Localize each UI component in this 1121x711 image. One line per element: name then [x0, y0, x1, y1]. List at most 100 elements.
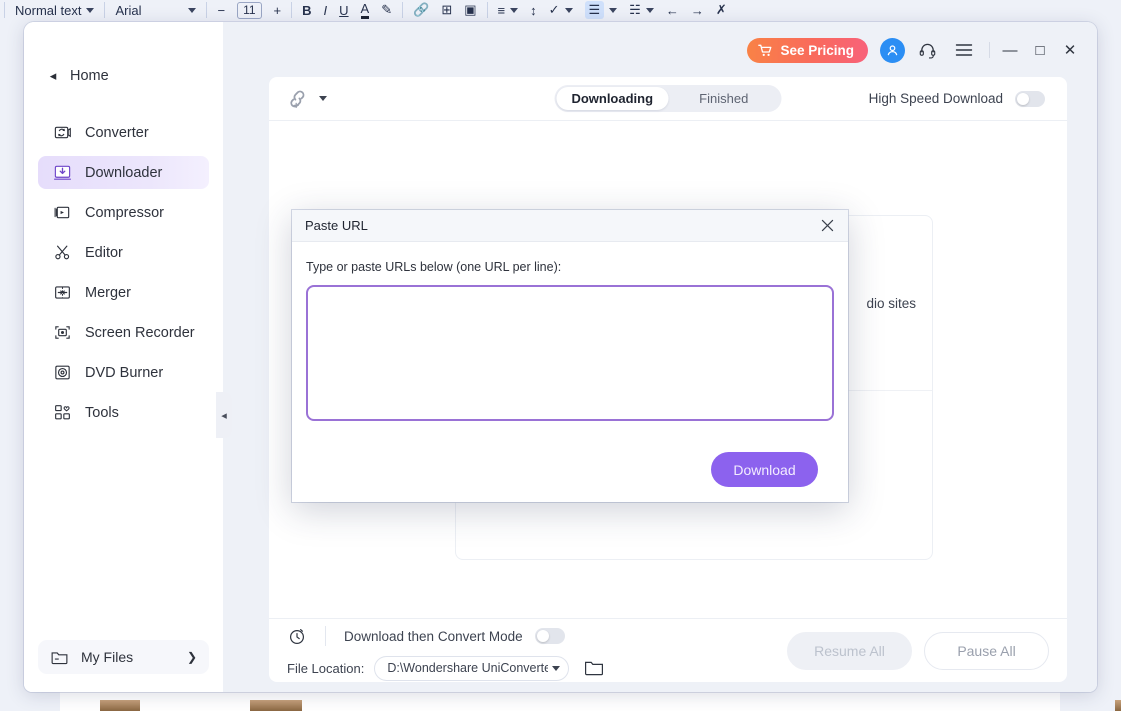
underline-button[interactable]: U: [333, 0, 354, 20]
sidebar-item-converter[interactable]: Converter: [38, 116, 209, 149]
sidebar-nav: Converter Downloader Compressor Editor M…: [24, 116, 223, 429]
downloader-toolbar: Downloading Finished High Speed Download: [269, 77, 1067, 121]
link-plus-icon: [290, 90, 305, 108]
tab-downloading[interactable]: Downloading: [556, 87, 668, 110]
account-button[interactable]: [880, 37, 905, 63]
toolbar-divider: [402, 2, 404, 18]
sidebar-item-screen-recorder[interactable]: Screen Recorder: [38, 316, 209, 349]
add-comment-button[interactable]: ⊞: [435, 0, 458, 20]
folder-icon: [51, 651, 68, 664]
toolbar-divider: [104, 2, 106, 18]
chevron-down-icon: [86, 7, 95, 13]
chevron-down-icon: [188, 7, 197, 13]
timer-icon: [289, 629, 305, 645]
hamburger-icon: [955, 44, 973, 56]
editor-toolbar[interactable]: Normal text Arial − 11 + B I U A ✎ 🔗 ⊞ ▣…: [0, 0, 1121, 20]
background-photo: [1115, 700, 1121, 711]
bold-button[interactable]: B: [296, 0, 317, 20]
sidebar-item-label: DVD Burner: [85, 364, 164, 381]
insert-link-button[interactable]: 🔗: [407, 0, 435, 20]
close-button[interactable]: ✕: [1055, 35, 1085, 65]
toggle-knob: [536, 630, 549, 642]
compressor-icon: [54, 206, 70, 219]
sidebar-item-label: Tools: [85, 404, 119, 421]
chevron-right-icon: ❯: [186, 650, 197, 664]
font-family-select[interactable]: Arial: [109, 0, 202, 20]
bulleted-list-button[interactable]: ☰: [579, 0, 624, 20]
see-pricing-button[interactable]: See Pricing: [747, 37, 868, 63]
file-location-select[interactable]: D:\Wondershare UniConverter: [374, 655, 570, 681]
support-button[interactable]: [912, 35, 942, 65]
line-spacing-button[interactable]: ↕: [524, 0, 543, 20]
tab-finished[interactable]: Finished: [668, 87, 780, 110]
my-files-button[interactable]: My Files ❯: [38, 640, 209, 674]
decrease-indent-button[interactable]: ←: [660, 0, 685, 20]
bottom-bar-divider: [325, 626, 326, 646]
convert-mode-toggle[interactable]: [534, 628, 565, 644]
merger-icon: [55, 286, 70, 299]
window-titlebar: See Pricing — □ ✕: [223, 22, 1097, 78]
screen-recorder-icon: [55, 326, 70, 339]
menu-button[interactable]: [949, 35, 979, 65]
paste-url-button[interactable]: [285, 86, 327, 112]
dialog-body: Type or paste URLs below (one URL per li…: [292, 242, 848, 487]
sidebar-item-merger[interactable]: Merger: [38, 276, 209, 309]
checklist-icon: ✓: [548, 2, 560, 17]
convert-mode-label: Download then Convert Mode: [344, 628, 523, 644]
dialog-footer: Download: [306, 426, 834, 487]
dialog-header: Paste URL: [292, 210, 848, 242]
chevron-down-icon: [645, 7, 654, 13]
checklist-button[interactable]: ✓: [543, 0, 579, 20]
minimize-button[interactable]: —: [995, 35, 1025, 65]
numbered-list-button[interactable]: ☵: [623, 0, 660, 20]
toolbar-divider: [206, 2, 208, 18]
chevron-down-icon: [552, 665, 561, 671]
sidebar: ◂ Home Converter Downloader Compressor E…: [24, 22, 223, 692]
high-speed-download-toggle[interactable]: [1015, 90, 1045, 107]
background-photo: [100, 700, 140, 711]
highlight-color-button[interactable]: ✎: [375, 0, 398, 20]
sidebar-home[interactable]: ◂ Home: [46, 62, 223, 90]
text-color-button[interactable]: A: [355, 0, 376, 20]
sidebar-item-tools[interactable]: Tools: [38, 396, 209, 429]
downloader-bottom-bar: Download then Convert Mode File Location…: [269, 618, 1067, 682]
clear-formatting-button[interactable]: ✗: [710, 0, 733, 20]
align-button[interactable]: ≡: [492, 0, 525, 20]
toggle-knob: [1017, 92, 1029, 105]
paragraph-style-label: Normal text: [15, 2, 82, 18]
sidebar-item-label: Downloader: [85, 164, 163, 181]
sidebar-item-downloader[interactable]: Downloader: [38, 156, 209, 189]
download-button[interactable]: Download: [711, 452, 818, 487]
paragraph-style-select[interactable]: Normal text: [9, 0, 100, 20]
increase-indent-button[interactable]: →: [685, 0, 710, 20]
sidebar-item-compressor[interactable]: Compressor: [38, 196, 209, 229]
user-icon: [887, 44, 898, 55]
italic-button[interactable]: I: [318, 0, 334, 20]
font-size-field[interactable]: 11: [231, 0, 267, 20]
paste-url-dialog: Paste URL Type or paste URLs below (one …: [292, 210, 848, 502]
sidebar-item-dvd-burner[interactable]: DVD Burner: [38, 356, 209, 389]
numbered-list-icon: ☵: [629, 2, 641, 17]
font-size-decrease-button[interactable]: −: [211, 0, 231, 20]
pause-all-button[interactable]: Pause All: [924, 632, 1049, 670]
dvd-burner-icon: [55, 365, 70, 380]
sidebar-item-label: Screen Recorder: [85, 324, 195, 341]
sidebar-collapse-handle[interactable]: ◂: [216, 392, 232, 438]
chevron-down-icon: [510, 7, 519, 13]
maximize-button[interactable]: □: [1025, 35, 1055, 65]
url-textarea[interactable]: [306, 285, 834, 421]
sidebar-item-editor[interactable]: Editor: [38, 236, 209, 269]
background-photo: [250, 700, 302, 711]
dialog-close-button[interactable]: [816, 215, 838, 237]
insert-image-button[interactable]: ▣: [458, 0, 482, 20]
resume-all-button[interactable]: Resume All: [787, 632, 912, 670]
open-folder-button[interactable]: [583, 657, 605, 679]
font-size-increase-button[interactable]: +: [268, 0, 288, 20]
sidebar-item-label: Editor: [85, 244, 123, 261]
sidebar-item-label: Converter: [85, 124, 149, 141]
file-location-value: D:\Wondershare UniConverter: [387, 661, 549, 675]
font-family-label: Arial: [115, 2, 142, 18]
my-files-label: My Files: [81, 649, 134, 665]
text-color-label: A: [360, 1, 370, 19]
dialog-title: Paste URL: [305, 218, 368, 233]
